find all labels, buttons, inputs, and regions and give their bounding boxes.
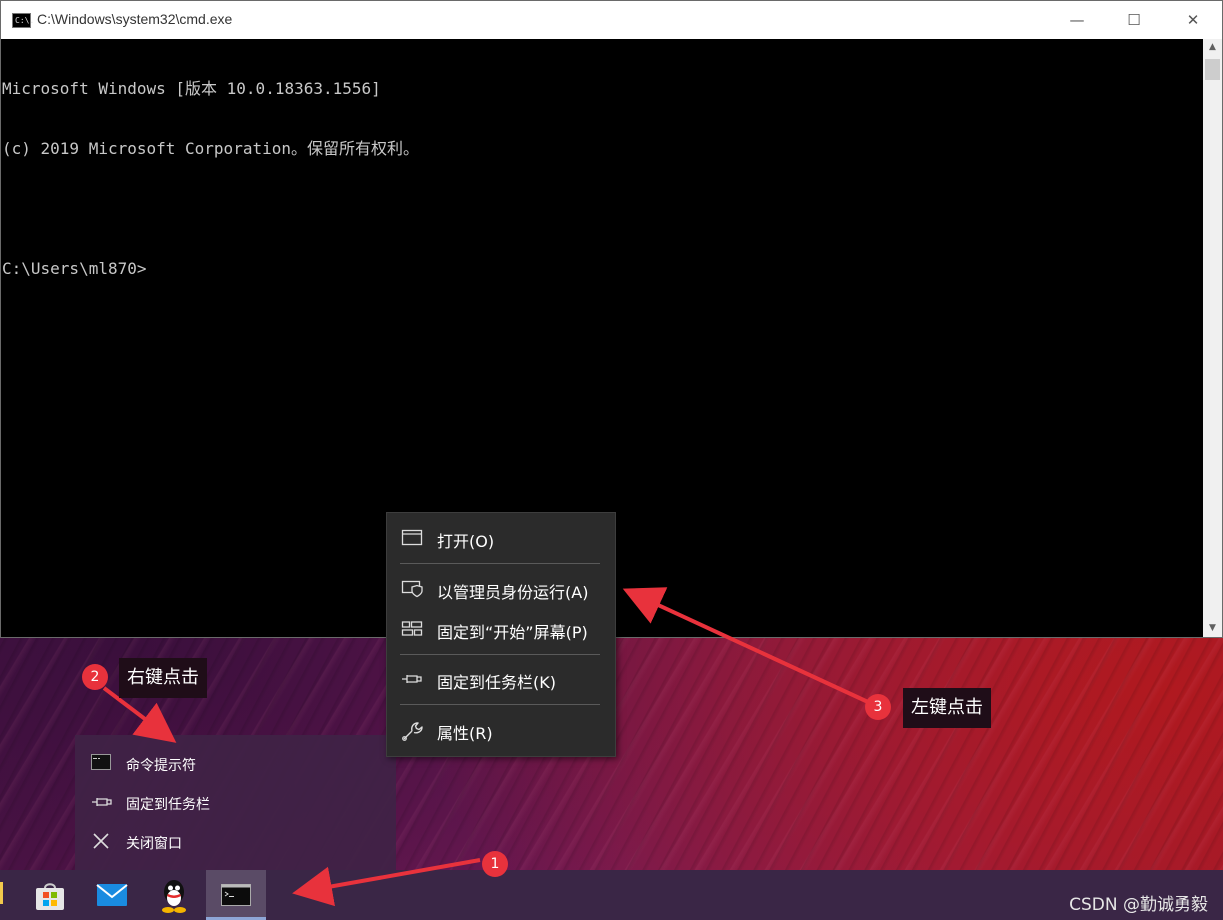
qq-icon <box>162 880 186 913</box>
console-prompt[interactable]: C:\Users\ml870> <box>2 259 1202 279</box>
minimize-button[interactable]: — <box>1048 1 1106 39</box>
menu-item-run-as-admin[interactable]: 以管理员身份运行(A) <box>387 569 615 609</box>
taskbar-app-cmd[interactable] <box>206 870 266 920</box>
start-tiles-icon <box>401 620 423 638</box>
menu-separator <box>400 563 600 564</box>
menu-item-label: 固定到“开始”屏幕(P) <box>437 623 588 642</box>
folder-icon-edge[interactable] <box>0 882 3 904</box>
close-icon <box>91 832 111 850</box>
menu-item-properties[interactable]: 属性(R) <box>387 710 615 750</box>
window-title: C:\Windows\system32\cmd.exe <box>37 11 233 27</box>
title-bar[interactable]: C:\. C:\Windows\system32\cmd.exe — ☐ ✕ <box>1 1 1222 39</box>
menu-item-label: 属性(R) <box>437 724 493 743</box>
taskbar-app-qq[interactable] <box>144 870 204 920</box>
jump-item-label: 命令提示符 <box>126 758 196 774</box>
cmd-icon <box>91 754 111 772</box>
annotation-label-right-click: 右键点击 <box>119 658 207 698</box>
menu-item-pin-start[interactable]: 固定到“开始”屏幕(P) <box>387 609 615 649</box>
wrench-icon <box>401 721 423 741</box>
taskbar-jump-list: 命令提示符 固定到任务栏 关闭窗口 <box>75 735 396 870</box>
jump-item-pin-taskbar[interactable]: 固定到任务栏 <box>75 783 396 821</box>
menu-item-open[interactable]: 打开(O) <box>387 518 615 558</box>
menu-separator <box>400 704 600 705</box>
console-line: (c) 2019 Microsoft Corporation。保留所有权利。 <box>2 139 419 158</box>
vertical-scrollbar[interactable]: ▲ ▼ <box>1203 39 1222 637</box>
menu-item-label: 打开(O) <box>437 532 495 551</box>
store-icon <box>36 883 64 910</box>
jump-item-close-window[interactable]: 关闭窗口 <box>75 822 396 860</box>
window-icon <box>401 529 423 547</box>
jump-item-label: 固定到任务栏 <box>126 797 210 813</box>
taskbar-app-mail[interactable] <box>82 870 142 920</box>
jump-item-command-prompt[interactable]: 命令提示符 <box>75 744 396 782</box>
step-badge-3: 3 <box>865 694 891 720</box>
step-badge-1: 1 <box>482 851 508 877</box>
scroll-up-arrow-icon[interactable]: ▲ <box>1203 39 1222 56</box>
admin-shield-icon <box>401 580 423 598</box>
taskbar-app-store[interactable] <box>20 870 80 920</box>
maximize-button[interactable]: ☐ <box>1105 1 1163 39</box>
menu-item-label: 以管理员身份运行(A) <box>437 583 589 602</box>
close-button[interactable]: ✕ <box>1164 1 1222 39</box>
cmd-icon <box>221 884 251 906</box>
mail-icon <box>96 884 128 906</box>
menu-separator <box>400 654 600 655</box>
scroll-down-arrow-icon[interactable]: ▼ <box>1203 620 1222 637</box>
watermark: CSDN @勤诚勇毅 <box>1069 895 1208 915</box>
jump-item-label: 关闭窗口 <box>126 836 182 852</box>
annotation-label-left-click: 左键点击 <box>903 688 991 728</box>
pin-icon <box>91 793 112 811</box>
console-line: Microsoft Windows [版本 10.0.18363.1556] <box>2 79 381 98</box>
cmd-icon: C:\. <box>12 13 34 28</box>
step-badge-2: 2 <box>82 664 108 690</box>
scroll-thumb[interactable] <box>1205 59 1220 80</box>
context-menu: 打开(O) 以管理员身份运行(A) 固定到“开始”屏幕(P) 固定到任务栏(K)… <box>386 512 616 757</box>
menu-item-label: 固定到任务栏(K) <box>437 673 556 692</box>
menu-item-pin-taskbar[interactable]: 固定到任务栏(K) <box>387 659 615 699</box>
taskbar <box>0 870 1223 920</box>
pin-icon <box>401 670 423 688</box>
